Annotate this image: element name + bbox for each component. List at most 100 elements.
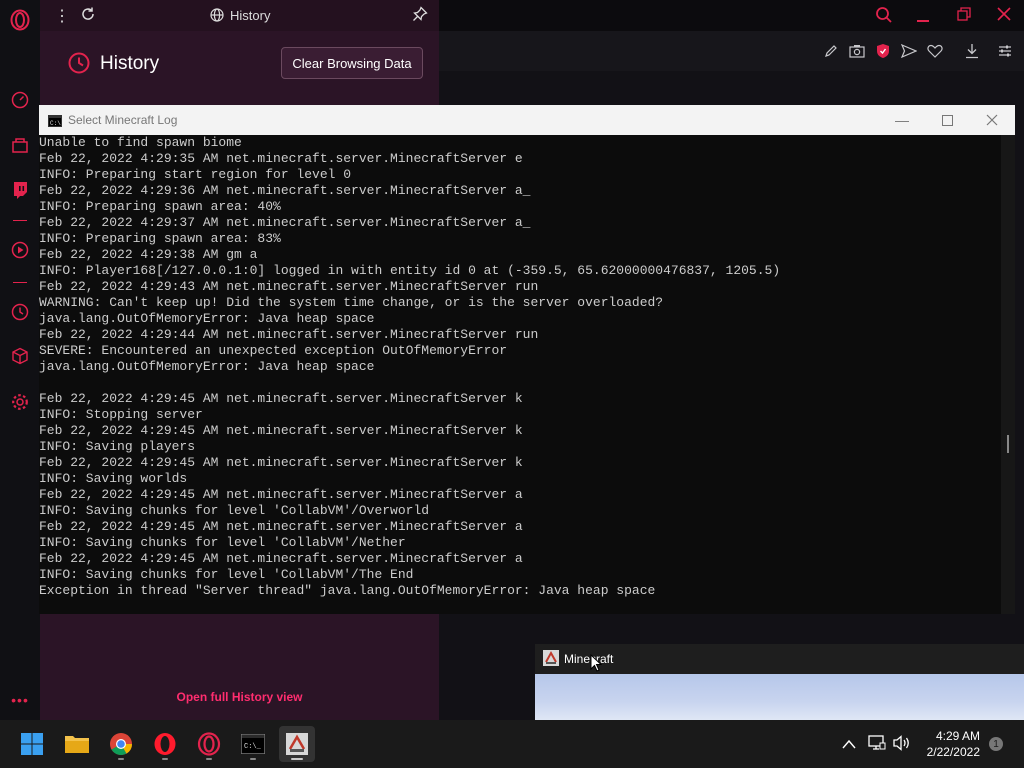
volume-icon[interactable] (893, 735, 911, 756)
adblock-shield-icon[interactable] (873, 41, 893, 61)
minecraft-window-title: Minecraft (564, 652, 614, 666)
console-log-line: Feb 22, 2022 4:29:36 AM net.minecraft.se… (39, 183, 531, 198)
running-indicator (118, 758, 124, 760)
console-log-line: SEVERE: Encountered an unexpected except… (39, 343, 508, 358)
java-icon[interactable] (279, 726, 315, 762)
minecraft-window[interactable]: Minecraft (535, 644, 1024, 720)
history-heading: History (100, 53, 160, 74)
console-log-line: Feb 22, 2022 4:29:45 AM net.minecraft.se… (39, 455, 523, 470)
taskbar: C:\_ 4:29 AM 2/22/2022 1 (0, 720, 1024, 768)
mouse-cursor-icon (590, 653, 603, 677)
clock-date[interactable]: 2/22/2022 (910, 745, 980, 759)
console-minimize-icon[interactable]: — (879, 105, 925, 135)
extensions-cube-icon[interactable] (8, 344, 32, 368)
start-icon[interactable] (14, 726, 50, 762)
snap-edit-icon[interactable] (821, 41, 841, 61)
console-log-line: INFO: Preparing start region for level 0 (39, 167, 352, 182)
chevron-up-icon[interactable] (842, 736, 856, 754)
clock-time[interactable]: 4:29 AM (910, 729, 980, 743)
history-topbar-title: History (230, 8, 271, 23)
console-log-line: Feb 22, 2022 4:29:44 AM net.minecraft.se… (39, 327, 539, 342)
console-maximize-icon[interactable] (924, 105, 970, 135)
console-log-line: Feb 22, 2022 4:29:45 AM net.minecraft.se… (39, 391, 523, 406)
svg-text:C:\_: C:\_ (244, 743, 262, 751)
open-full-history-link[interactable]: Open full History view (40, 690, 439, 704)
network-icon[interactable] (868, 735, 886, 756)
console-output[interactable]: Unable to find spawn biome Feb 22, 2022 4… (39, 135, 1001, 614)
running-indicator (250, 758, 256, 760)
globe-icon (210, 8, 224, 27)
history-icon[interactable] (8, 300, 32, 324)
camera-icon[interactable] (847, 41, 867, 61)
console-app-icon: C:\ (48, 114, 62, 132)
console-log-line: INFO: Saving players (39, 439, 196, 454)
console-log-line: WARNING: Can't keep up! Did the system t… (39, 295, 664, 310)
close-icon[interactable] (997, 7, 1011, 26)
minecraft-game-view[interactable] (535, 674, 1024, 720)
history-topbar: ⋮ History (40, 0, 439, 31)
wallet-icon[interactable] (8, 134, 32, 158)
console-window-title: Select Minecraft Log (68, 113, 178, 127)
console-window[interactable]: C:\ Select Minecraft Log — Unable to fin… (39, 105, 1015, 614)
console-log-line: INFO: Preparing spawn area: 83% (39, 231, 281, 246)
heart-icon[interactable] (925, 41, 945, 61)
browser-sidebar: ••• (0, 0, 40, 720)
browser-toolbar (439, 31, 1024, 71)
console-log-line: Unable to find spawn biome (39, 135, 242, 150)
player-icon[interactable] (8, 238, 32, 262)
console-log-line: java.lang.OutOfMemoryError: Java heap sp… (39, 359, 375, 374)
settings-gear-icon[interactable] (8, 390, 32, 414)
reload-icon[interactable] (80, 6, 96, 27)
clear-browsing-data-button[interactable]: Clear Browsing Data (281, 47, 423, 79)
console-log-line: INFO: Saving chunks for level 'CollabVM'… (39, 567, 414, 582)
chrome-icon[interactable] (103, 726, 139, 762)
speed-dial-icon[interactable] (8, 88, 32, 112)
console-log-line (39, 375, 1001, 391)
sidebar-divider (13, 220, 27, 221)
send-icon[interactable] (899, 41, 919, 61)
running-indicator (162, 758, 168, 760)
console-log-line: Feb 22, 2022 4:29:35 AM net.minecraft.se… (39, 151, 523, 166)
download-icon[interactable] (962, 41, 982, 61)
console-log-line: java.lang.OutOfMemoryError: Java heap sp… (39, 311, 375, 326)
console-log-line: Feb 22, 2022 4:29:43 AM net.minecraft.se… (39, 279, 539, 294)
console-log-line: Feb 22, 2022 4:29:38 AM gm a (39, 247, 258, 262)
console-titlebar[interactable]: C:\ Select Minecraft Log — (39, 105, 1015, 135)
console-log-line: INFO: Stopping server (39, 407, 203, 422)
java-icon (543, 650, 559, 671)
pin-icon[interactable] (412, 6, 428, 27)
search-icon[interactable] (875, 6, 893, 29)
console-close-icon[interactable] (969, 105, 1015, 135)
file-explorer-icon[interactable] (59, 726, 95, 762)
notification-badge[interactable]: 1 (989, 737, 1003, 751)
running-indicator (206, 758, 212, 760)
browser-tabbar (439, 0, 1024, 31)
console-scrollbar[interactable] (1001, 135, 1015, 614)
opera-icon[interactable] (147, 726, 183, 762)
console-log-line: INFO: Saving worlds (39, 471, 188, 486)
console-log-line: INFO: Saving chunks for level 'CollabVM'… (39, 503, 430, 518)
console-log-line: INFO: Player168[/127.0.0.1:0] logged in … (39, 263, 781, 278)
console-log-line: INFO: Saving chunks for level 'CollabVM'… (39, 535, 406, 550)
console-log-line: Feb 22, 2022 4:29:45 AM net.minecraft.se… (39, 487, 523, 502)
restore-icon[interactable] (957, 7, 971, 26)
console-log-line: Feb 22, 2022 4:29:45 AM net.minecraft.se… (39, 423, 523, 438)
kebab-menu-icon[interactable]: ⋮ (54, 6, 70, 26)
twitch-icon[interactable] (8, 178, 32, 202)
opera-logo-icon[interactable] (8, 8, 32, 32)
console-log-line: Feb 22, 2022 4:29:45 AM net.minecraft.se… (39, 519, 523, 534)
minimize-icon[interactable] (917, 6, 931, 24)
active-indicator (291, 758, 303, 760)
console-log-line: Exception in thread "Server thread" java… (39, 583, 656, 598)
svg-text:C:\: C:\ (50, 120, 61, 127)
history-clock-icon (68, 52, 90, 79)
console-log-line: Feb 22, 2022 4:29:45 AM net.minecraft.se… (39, 551, 523, 566)
opera-gx-icon[interactable] (191, 726, 227, 762)
more-dots-icon[interactable]: ••• (8, 688, 32, 712)
console-log-line: Feb 22, 2022 4:29:37 AM net.minecraft.se… (39, 215, 531, 230)
console-scroll-thumb[interactable] (1007, 435, 1009, 453)
sidebar-divider (13, 282, 27, 283)
terminal-icon[interactable]: C:\_ (235, 726, 271, 762)
console-log-line: INFO: Preparing spawn area: 40% (39, 199, 281, 214)
easy-setup-icon[interactable] (995, 41, 1015, 61)
